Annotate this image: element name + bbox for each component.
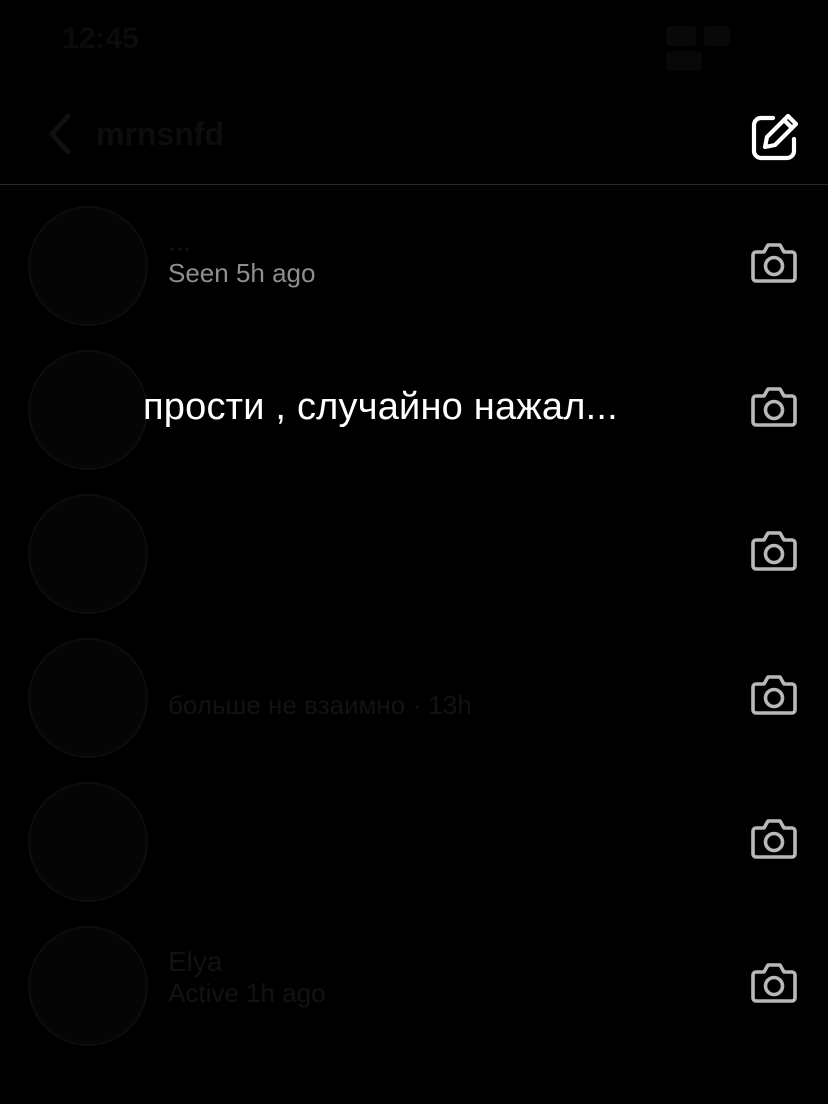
conversation-row[interactable]: [0, 480, 828, 624]
status-bar: 12:45: [0, 0, 828, 80]
avatar: [28, 494, 148, 614]
camera-icon[interactable]: [750, 672, 798, 716]
compose-icon[interactable]: [748, 112, 800, 164]
signal-icon: [666, 26, 696, 46]
camera-icon[interactable]: [750, 240, 798, 284]
conversation-status: Active 1h ago: [168, 978, 326, 1008]
conversation-name: Elya: [168, 946, 223, 977]
status-time: 12:45: [62, 22, 139, 55]
conversation-row[interactable]: [0, 768, 828, 912]
account-title[interactable]: mrnsnfd: [96, 116, 224, 153]
camera-icon[interactable]: [750, 528, 798, 572]
conversation-status: Seen 5h ago: [168, 258, 316, 288]
overlay-caption: прости , случайно нажал...: [143, 386, 618, 428]
battery-icon: [666, 51, 702, 71]
avatar: [28, 206, 148, 326]
conversation-row[interactable]: ... Seen 5h ago: [0, 192, 828, 336]
status-icons: [658, 26, 768, 71]
avatar: [28, 638, 148, 758]
conversation-status: больше не взаимно · 13h: [168, 690, 472, 720]
conversation-row[interactable]: Elya Active 1h ago: [0, 912, 828, 1056]
avatar: [28, 782, 148, 902]
camera-icon[interactable]: [750, 384, 798, 428]
back-chevron-icon[interactable]: [40, 110, 80, 158]
conversation-name: ...: [168, 226, 192, 257]
avatar: [28, 926, 148, 1046]
camera-icon[interactable]: [750, 960, 798, 1004]
inbox-header: mrnsnfd: [0, 80, 828, 185]
avatar: [28, 350, 148, 470]
wifi-icon: [704, 26, 730, 46]
conversation-row[interactable]: больше не взаимно · 13h: [0, 624, 828, 768]
camera-icon[interactable]: [750, 816, 798, 860]
